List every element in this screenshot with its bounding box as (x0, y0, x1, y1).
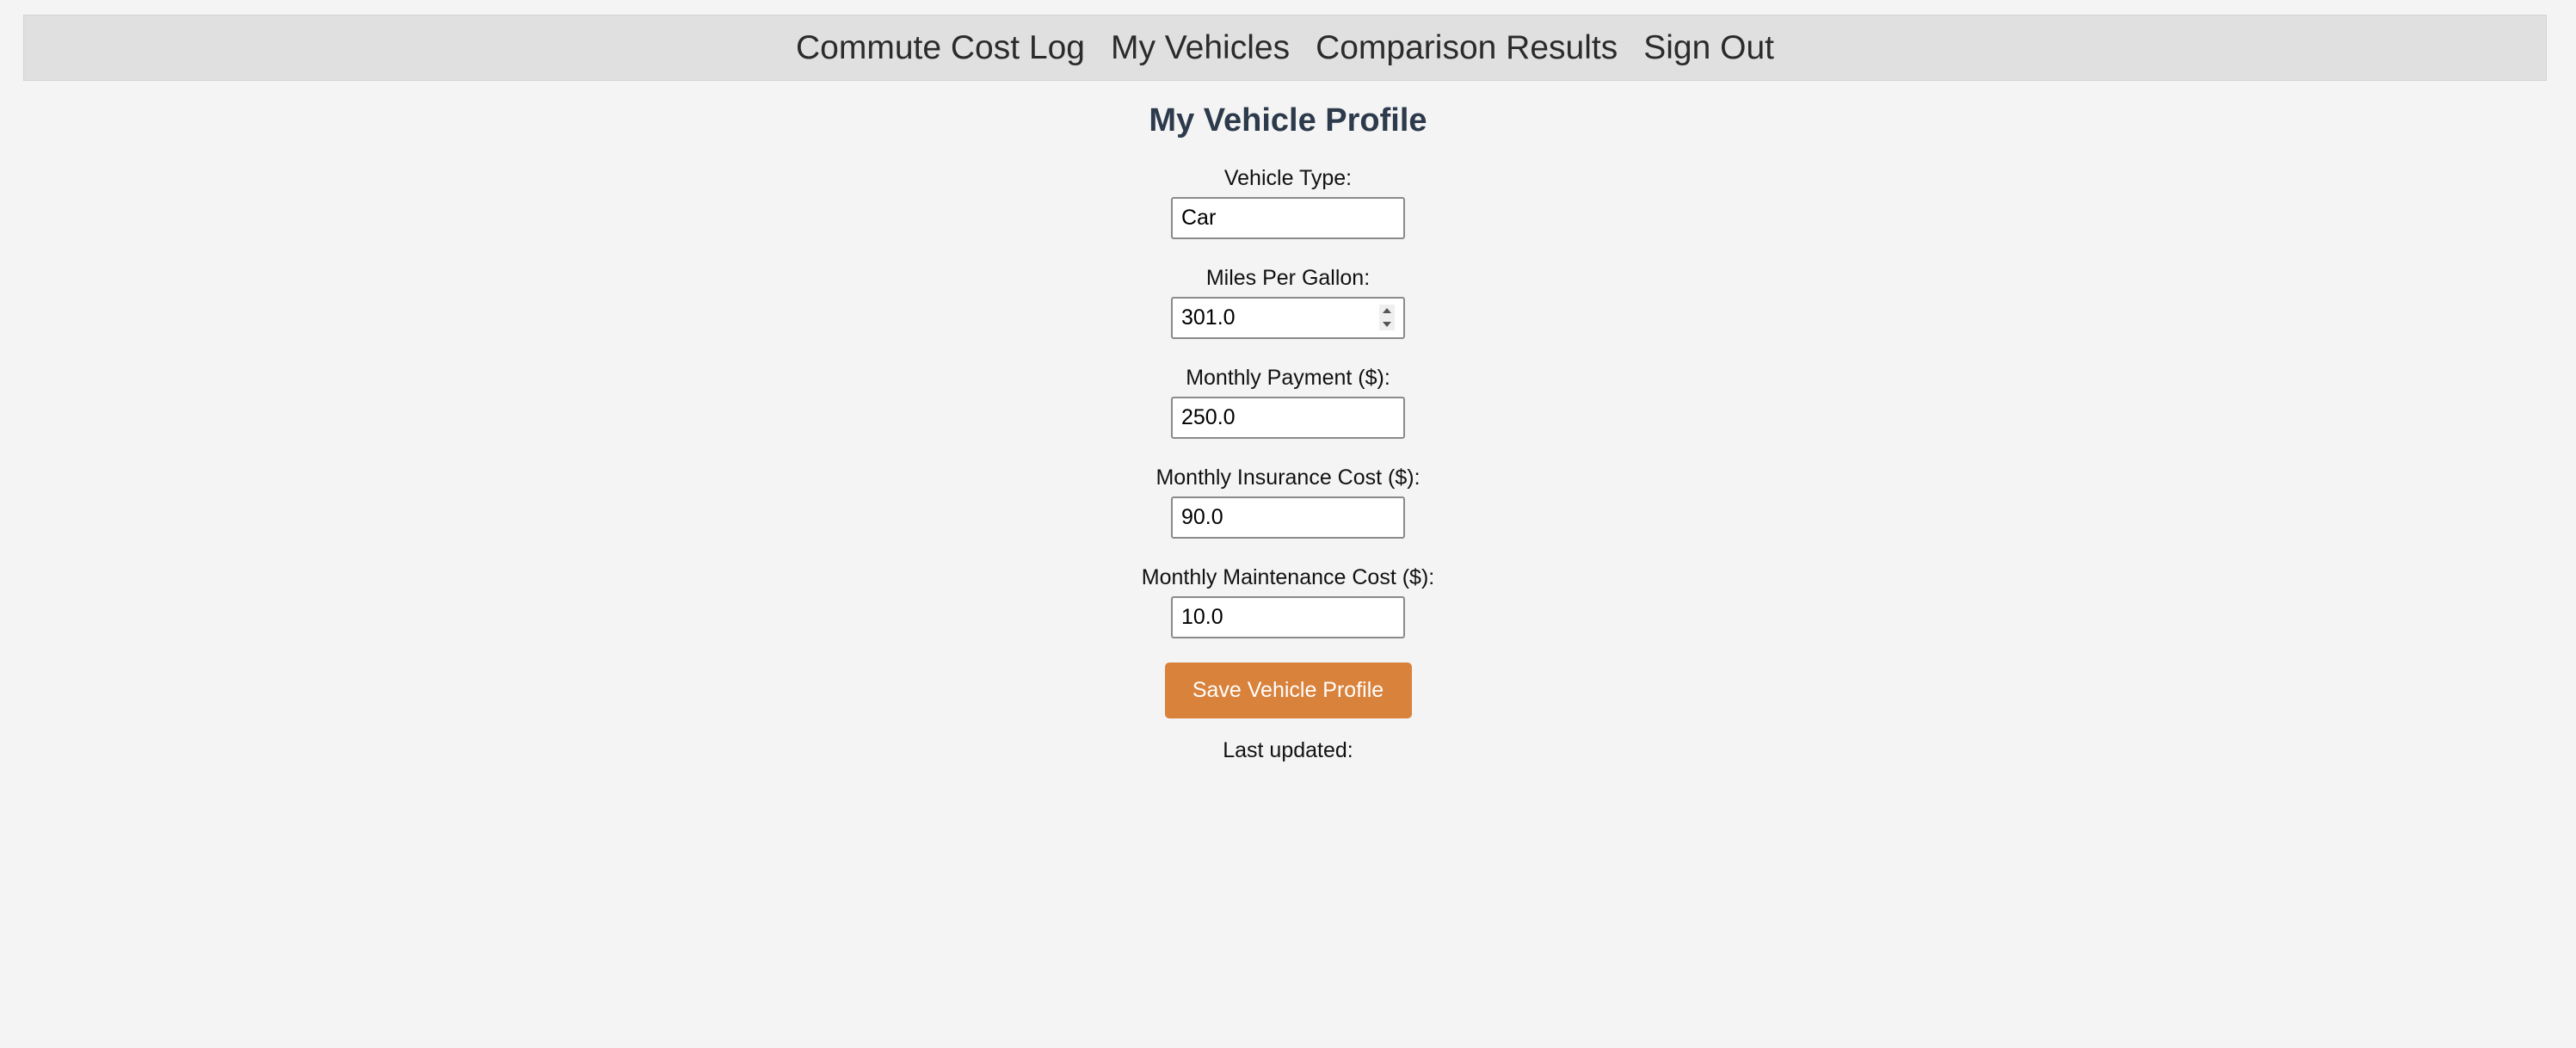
monthly-maintenance-input[interactable] (1171, 596, 1405, 638)
monthly-payment-label: Monthly Payment ($): (1186, 366, 1390, 390)
main-content: My Vehicle Profile Vehicle Type: Miles P… (0, 98, 2576, 763)
vehicle-type-input[interactable] (1171, 197, 1405, 239)
spinner-down-icon[interactable] (1383, 322, 1391, 327)
mpg-field: Miles Per Gallon: (0, 265, 2576, 339)
mpg-input[interactable] (1171, 297, 1405, 339)
monthly-insurance-input[interactable] (1171, 496, 1405, 539)
vehicle-type-label: Vehicle Type: (1223, 166, 1353, 190)
top-navbar: Commute Cost Log My Vehicles Comparison … (23, 15, 2547, 81)
nav-link-comparison-results[interactable]: Comparison Results (1316, 31, 1618, 65)
monthly-maintenance-label: Monthly Maintenance Cost ($): (1141, 565, 1435, 589)
nav-link-sign-out[interactable]: Sign Out (1643, 31, 1774, 65)
mpg-label: Miles Per Gallon: (1205, 266, 1371, 290)
monthly-maintenance-field: Monthly Maintenance Cost ($): (0, 564, 2576, 638)
mpg-number-wrapper (1171, 297, 1405, 339)
monthly-payment-input[interactable] (1171, 397, 1405, 439)
monthly-insurance-field: Monthly Insurance Cost ($): (0, 465, 2576, 539)
monthly-insurance-label: Monthly Insurance Cost ($): (1156, 465, 1420, 490)
spinner-up-icon[interactable] (1383, 308, 1391, 313)
last-updated-text: Last updated: (1223, 738, 1353, 762)
page-title: My Vehicle Profile (1149, 102, 1427, 139)
vehicle-profile-form: Vehicle Type: Miles Per Gallon: Monthly … (0, 165, 2576, 718)
save-vehicle-profile-button[interactable]: Save Vehicle Profile (1164, 663, 1412, 718)
vehicle-type-field: Vehicle Type: (0, 165, 2576, 239)
mpg-spinner[interactable] (1379, 305, 1395, 330)
nav-link-commute-cost-log[interactable]: Commute Cost Log (796, 31, 1085, 65)
nav-link-my-vehicles[interactable]: My Vehicles (1111, 31, 1290, 65)
monthly-payment-field: Monthly Payment ($): (0, 365, 2576, 439)
